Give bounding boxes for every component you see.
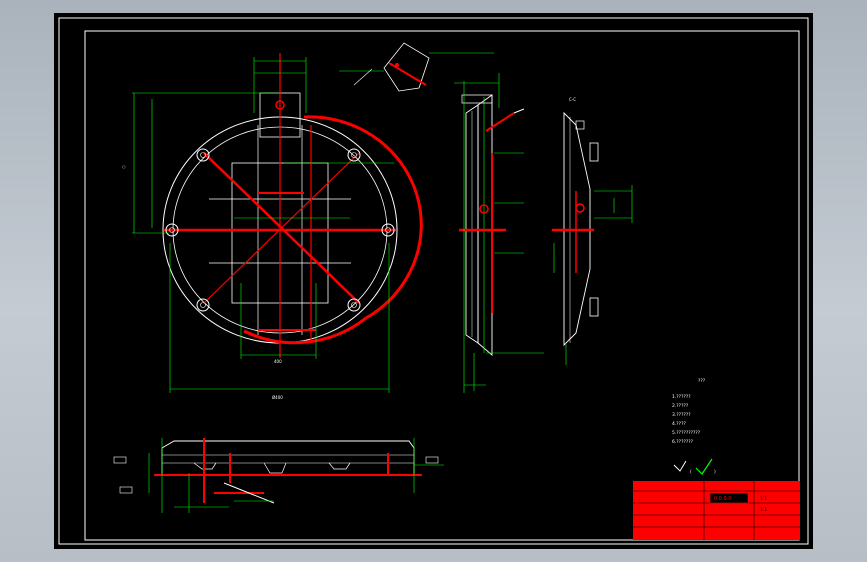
dim-diameter: Ø400 xyxy=(272,395,283,400)
section-cc-label: C-C xyxy=(569,97,576,102)
title-block: 0.0.0.0 1:1 1:1 xyxy=(633,481,800,540)
notes-heading: ??? xyxy=(698,378,706,384)
note-item-2: 2.????? xyxy=(672,403,689,409)
technical-notes: ??? 1.?????? 2.????? 3.?????? 4.???? 5.?… xyxy=(672,378,716,475)
inner-frame xyxy=(84,30,800,541)
bolt-hole-2 xyxy=(347,148,361,162)
dim-side-label: ○ xyxy=(122,164,126,169)
note-item-6: 6.??????? xyxy=(672,439,694,445)
checkmark-icon xyxy=(695,458,713,475)
front-view: Ø400 400 ○ xyxy=(122,53,423,400)
paren-close: ) xyxy=(714,469,716,475)
drawing-sheet: Ø400 400 ○ C-C ??? 1.?????? 2.????? 3.??… xyxy=(54,13,813,549)
cad-drawing: Ø400 400 ○ C-C ??? 1.?????? 2.????? 3.??… xyxy=(58,17,809,545)
scale-value: 1:1 xyxy=(760,496,767,502)
bolt-hole-6 xyxy=(347,298,361,312)
front-dimensions xyxy=(132,57,394,393)
note-item-4: 4.???? xyxy=(672,421,686,427)
detail-view xyxy=(339,42,494,92)
section-aa-view: C-C xyxy=(454,73,576,393)
section-cc-view xyxy=(552,111,633,365)
note-item-1: 1.?????? xyxy=(672,394,691,400)
paren-open: ( xyxy=(690,469,692,475)
side-view xyxy=(113,438,444,513)
title-block-bg xyxy=(633,481,800,540)
dim-width: 400 xyxy=(274,359,282,364)
roughness-icon xyxy=(673,460,687,472)
sheet-value: 1:1 xyxy=(760,507,767,513)
rim-arc xyxy=(303,115,423,320)
drawing-number: 0.0.0.0 xyxy=(714,496,732,502)
note-item-3: 3.?????? xyxy=(672,412,691,418)
note-item-5: 5.?????????? xyxy=(672,430,701,436)
